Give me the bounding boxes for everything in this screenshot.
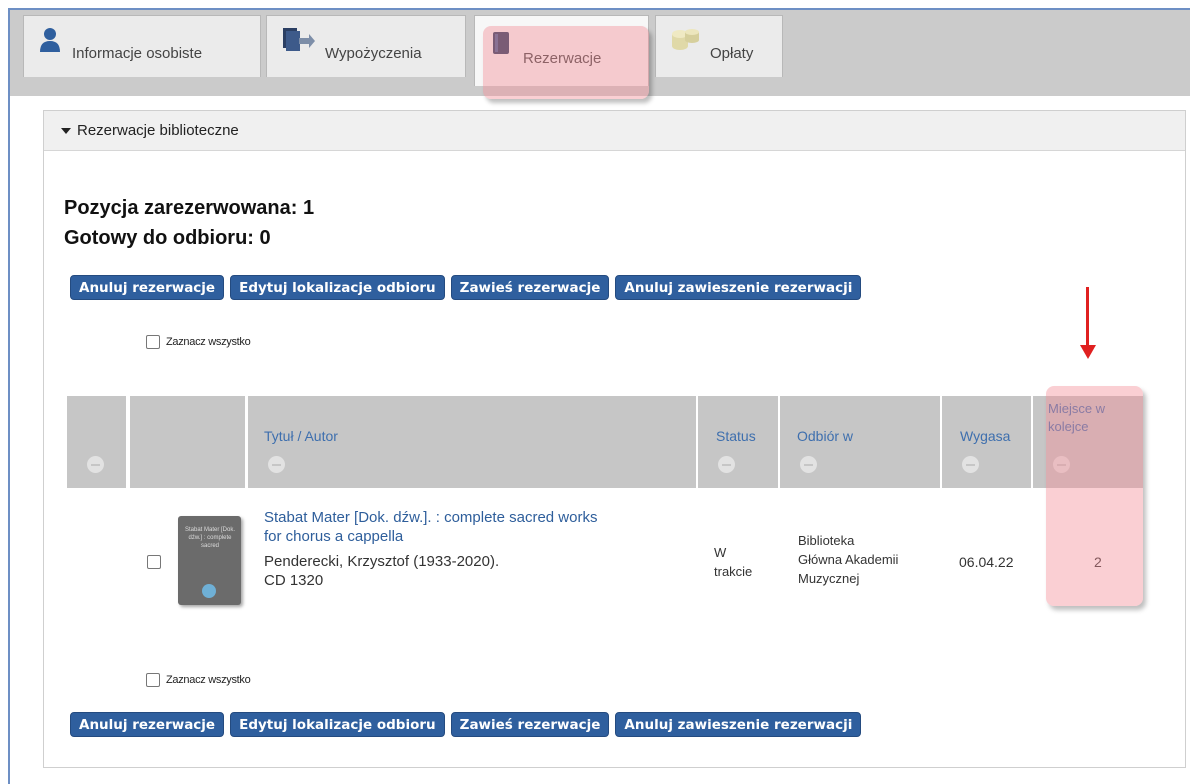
action-buttons-top: Anuluj rezerwacje Edytuj lokalizacje odb… xyxy=(70,275,862,300)
header-pickup-label[interactable]: Odbiór w xyxy=(797,428,853,444)
status-line2: trakcie xyxy=(714,564,753,579)
summary-reserved: Pozycja zarezerwowana: 1 xyxy=(64,197,315,219)
status-line1: W xyxy=(714,545,727,560)
edit-pickup-location-button[interactable]: Edytuj lokalizacje odbioru xyxy=(230,275,445,300)
tab-label: Informacje osobiste xyxy=(72,45,203,62)
header-col-select xyxy=(130,396,245,488)
red-arrow-line xyxy=(1086,287,1089,347)
tab-fees[interactable]: Opłaty xyxy=(655,15,783,77)
cancel-reservation-button[interactable]: Anuluj rezerwacje xyxy=(70,712,225,737)
person-icon xyxy=(38,26,62,54)
suspend-reservation-button[interactable]: Zawieś rezerwacje xyxy=(450,275,610,300)
header-col-expand xyxy=(67,396,126,488)
pickup-cell: Biblioteka Główna Akademii Muzycznej xyxy=(798,531,898,588)
tab-label: Opłaty xyxy=(710,45,754,62)
call-number: CD 1320 xyxy=(264,572,324,589)
header-col-status: Status xyxy=(698,396,778,488)
tab-label: Wypożyczenia xyxy=(325,45,422,62)
caret-down-icon xyxy=(61,127,71,134)
select-all-checkbox[interactable] xyxy=(146,335,160,349)
select-all-top[interactable]: Zaznacz wszystko xyxy=(146,335,251,349)
row-checkbox[interactable] xyxy=(147,555,161,569)
author-text: Penderecki, Krzysztof (1933-2020). xyxy=(264,553,500,570)
panel-header[interactable]: Rezerwacje biblioteczne xyxy=(44,111,1185,151)
books-arrow-icon xyxy=(281,26,315,54)
sort-icon[interactable] xyxy=(718,456,735,473)
header-title-label[interactable]: Tytuł / Autor xyxy=(264,428,338,444)
sort-icon[interactable] xyxy=(800,456,817,473)
summary-ready: Gotowy do odbioru: 0 xyxy=(64,227,271,249)
select-all-label: Zaznacz wszystko xyxy=(166,674,251,686)
title-link-line2[interactable]: for chorus a cappella xyxy=(264,527,694,546)
red-arrow-down-icon xyxy=(1080,345,1096,359)
select-all-label: Zaznacz wszystko xyxy=(166,336,251,348)
pickup-line2: Główna Akademii xyxy=(798,552,899,567)
header-status-label[interactable]: Status xyxy=(716,428,756,444)
book-cover[interactable]: Stabat Mater [Dok. dźw.] : complete sacr… xyxy=(178,516,241,605)
coins-icon xyxy=(670,26,700,54)
cancel-reservation-button[interactable]: Anuluj rezerwacje xyxy=(70,275,225,300)
pickup-line3: Muzycznej xyxy=(798,571,860,586)
header-col-pickup: Odbiór w xyxy=(780,396,940,488)
header-col-title: Tytuł / Autor xyxy=(248,396,696,488)
queue-column-highlight xyxy=(1046,386,1143,606)
sort-icon[interactable] xyxy=(962,456,979,473)
cancel-suspension-button[interactable]: Anuluj zawieszenie rezerwacji xyxy=(615,275,862,300)
suspend-reservation-button[interactable]: Zawieś rezerwacje xyxy=(450,712,610,737)
expires-cell: 06.04.22 xyxy=(959,554,1014,570)
panel-title: Rezerwacje biblioteczne xyxy=(77,122,239,139)
edit-pickup-location-button[interactable]: Edytuj lokalizacje odbioru xyxy=(230,712,445,737)
globe-icon xyxy=(202,584,216,598)
sort-icon[interactable] xyxy=(268,456,285,473)
pickup-line1: Biblioteka xyxy=(798,533,855,548)
book-cover-text: Stabat Mater [Dok. dźw.] : complete sacr… xyxy=(184,527,236,549)
action-buttons-bottom: Anuluj rezerwacje Edytuj lokalizacje odb… xyxy=(70,712,862,737)
title-cell: Stabat Mater [Dok. dźw.]. : complete sac… xyxy=(264,508,694,590)
tab-loans[interactable]: Wypożyczenia xyxy=(266,15,466,77)
status-cell: W trakcie xyxy=(714,543,752,581)
header-col-expires: Wygasa xyxy=(942,396,1031,488)
select-all-checkbox[interactable] xyxy=(146,673,160,687)
active-tab-highlight xyxy=(483,26,649,99)
sort-icon[interactable] xyxy=(87,456,104,473)
title-link-line1[interactable]: Stabat Mater [Dok. dźw.]. : complete sac… xyxy=(264,508,694,527)
tab-personal-info[interactable]: Informacje osobiste xyxy=(23,15,261,77)
header-expires-label[interactable]: Wygasa xyxy=(960,428,1010,444)
cancel-suspension-button[interactable]: Anuluj zawieszenie rezerwacji xyxy=(615,712,862,737)
select-all-bottom[interactable]: Zaznacz wszystko xyxy=(146,673,251,687)
